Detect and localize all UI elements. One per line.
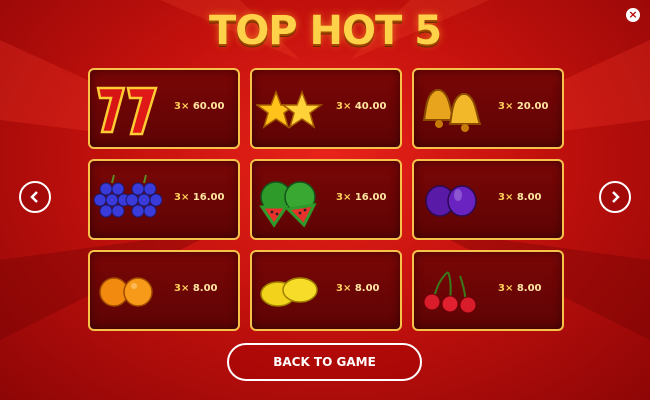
payout-value: 8.00 <box>354 283 380 294</box>
cherry-icon <box>423 271 477 314</box>
payout-value: 8.00 <box>516 192 542 203</box>
multiplier-label: 3× <box>498 283 514 294</box>
previous-page-button[interactable] <box>19 181 51 213</box>
payout-text: 3× 16.00 <box>174 192 224 203</box>
paytable-cell-orange: 3× 8.00 <box>88 250 240 331</box>
payout-text: 3× 8.00 <box>174 283 218 294</box>
close-button[interactable]: × <box>626 8 640 22</box>
multiplier-label: 3× <box>336 192 352 203</box>
paytable-cell-watermelon: 3× 16.00 <box>250 159 402 240</box>
payout-text: 3× 8.00 <box>336 283 380 294</box>
paytable-cell-lemon: 3× 8.00 <box>250 250 402 331</box>
multiplier-label: 3× <box>336 283 352 294</box>
bell-icon <box>422 89 482 132</box>
multiplier-label: 3× <box>174 101 190 112</box>
back-to-game-button[interactable]: BACK TO GAME <box>227 343 422 381</box>
seven-icon <box>96 86 158 136</box>
payout-value: 16.00 <box>354 192 387 203</box>
payout-text: 3× 60.00 <box>174 101 224 112</box>
payout-value: 60.00 <box>192 101 225 112</box>
chevron-left-icon <box>30 191 38 203</box>
grapes-icon <box>94 174 162 218</box>
payout-value: 40.00 <box>354 101 387 112</box>
payout-text: 3× 40.00 <box>336 101 386 112</box>
payout-value: 8.00 <box>516 283 542 294</box>
lemon-icon <box>260 277 318 307</box>
payout-value: 20.00 <box>516 101 549 112</box>
plum-icon <box>425 185 477 217</box>
payout-value: 8.00 <box>192 283 218 294</box>
payout-text: 3× 8.00 <box>498 283 542 294</box>
paytable-cell-grapes: 3× 16.00 <box>88 159 240 240</box>
payout-text: 3× 8.00 <box>498 192 542 203</box>
payout-text: 3× 20.00 <box>498 101 548 112</box>
next-page-button[interactable] <box>599 181 631 213</box>
star-icon <box>256 89 324 129</box>
payout-value: 16.00 <box>192 192 225 203</box>
multiplier-label: 3× <box>498 192 514 203</box>
payout-text: 3× 16.00 <box>336 192 386 203</box>
multiplier-label: 3× <box>498 101 514 112</box>
paytable-cell-star: 3× 40.00 <box>250 68 402 149</box>
paytable-cell-seven: 3× 60.00 <box>88 68 240 149</box>
game-title-logo: TOP HOT 5 <box>208 8 442 54</box>
orange-icon <box>99 277 153 307</box>
paytable-grid: 3× 60.00 3× 40.00 3× 20.00 3× 16.00 3× 1… <box>88 68 564 331</box>
chevron-right-icon <box>612 191 620 203</box>
paytable-cell-cherry: 3× 8.00 <box>412 250 564 331</box>
multiplier-label: 3× <box>174 283 190 294</box>
multiplier-label: 3× <box>336 101 352 112</box>
paytable-cell-bell: 3× 20.00 <box>412 68 564 149</box>
paytable-cell-plum: 3× 8.00 <box>412 159 564 240</box>
multiplier-label: 3× <box>174 192 190 203</box>
watermelon-icon <box>259 181 317 228</box>
